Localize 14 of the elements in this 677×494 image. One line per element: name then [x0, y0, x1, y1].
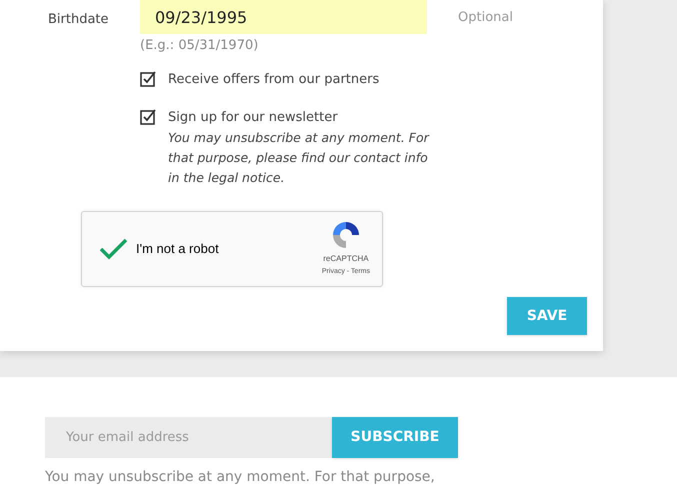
- captcha-brand: reCAPTCHA: [323, 253, 369, 266]
- checkbox-label: Sign up for our newsletter: [168, 108, 339, 126]
- field-label: Birthdate: [48, 11, 110, 29]
- optional-note: Optional: [458, 9, 513, 27]
- checkbox[interactable]: [140, 108, 156, 124]
- check-icon[interactable]: [99, 238, 128, 260]
- captcha-label: I'm not a robot: [136, 240, 219, 258]
- unsubscribe-note: You may unsubscribe at any moment. For that purpose,: [45, 468, 436, 487]
- birthdate-field[interactable]: 09/23/1995: [140, 0, 427, 34]
- checkbox-label: Receive offers from our partners: [168, 70, 380, 88]
- email-field[interactable]: Your email address: [45, 417, 332, 458]
- newsletter-description: You may unsubscribe at any moment. For that purpose, please find our contact info in the legal notice.: [168, 128, 430, 187]
- format-hint: (E.g.: 05/31/1970): [140, 37, 260, 55]
- checkbox[interactable]: [140, 70, 156, 86]
